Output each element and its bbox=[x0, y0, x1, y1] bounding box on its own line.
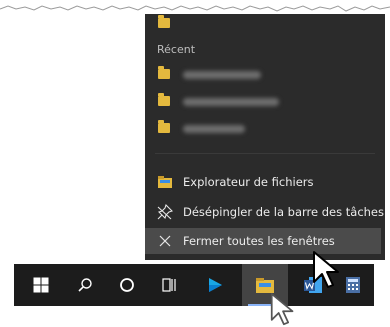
action-label: Explorateur de fichiers bbox=[183, 175, 314, 189]
search-icon bbox=[78, 278, 92, 292]
task-view-button[interactable] bbox=[146, 264, 192, 306]
recent-item[interactable] bbox=[145, 117, 385, 143]
close-icon bbox=[159, 235, 171, 247]
unpin-icon bbox=[157, 204, 173, 220]
task-view-icon bbox=[162, 278, 176, 292]
divider bbox=[155, 153, 375, 154]
play-icon bbox=[209, 278, 222, 292]
folder-icon bbox=[158, 15, 170, 28]
action-label: Désépingler de la barre des tâches bbox=[183, 205, 384, 219]
action-close-all-windows[interactable]: Fermer toutes les fenêtres bbox=[145, 228, 381, 254]
calculator-icon bbox=[346, 277, 360, 293]
recent-item[interactable] bbox=[145, 90, 385, 116]
search-button[interactable] bbox=[62, 264, 108, 306]
redacted-label bbox=[183, 98, 279, 106]
pinned-item[interactable] bbox=[145, 12, 385, 38]
cortana-button[interactable] bbox=[104, 264, 150, 306]
file-explorer-icon bbox=[158, 176, 172, 188]
windows-logo-icon bbox=[33, 277, 49, 293]
media-player-button[interactable] bbox=[192, 264, 238, 306]
redacted-label bbox=[183, 71, 261, 79]
action-label: Fermer toutes les fenêtres bbox=[183, 234, 335, 248]
section-title-recent: Récent bbox=[157, 43, 196, 56]
folder-icon bbox=[158, 120, 170, 133]
cortana-circle-icon bbox=[120, 278, 134, 292]
recent-item[interactable] bbox=[145, 63, 385, 89]
mouse-cursor-icon bbox=[270, 293, 294, 326]
action-open-file-explorer[interactable]: Explorateur de fichiers bbox=[145, 169, 385, 195]
start-button[interactable] bbox=[18, 264, 64, 306]
folder-icon bbox=[158, 66, 170, 79]
redacted-label bbox=[183, 125, 245, 133]
mouse-cursor-icon bbox=[313, 251, 339, 288]
action-unpin[interactable]: Désépingler de la barre des tâches bbox=[145, 199, 385, 225]
jump-list: Récent Explorateur de fichiers Désépingl… bbox=[145, 14, 385, 260]
desktop-background bbox=[0, 14, 145, 260]
folder-icon bbox=[158, 93, 170, 106]
